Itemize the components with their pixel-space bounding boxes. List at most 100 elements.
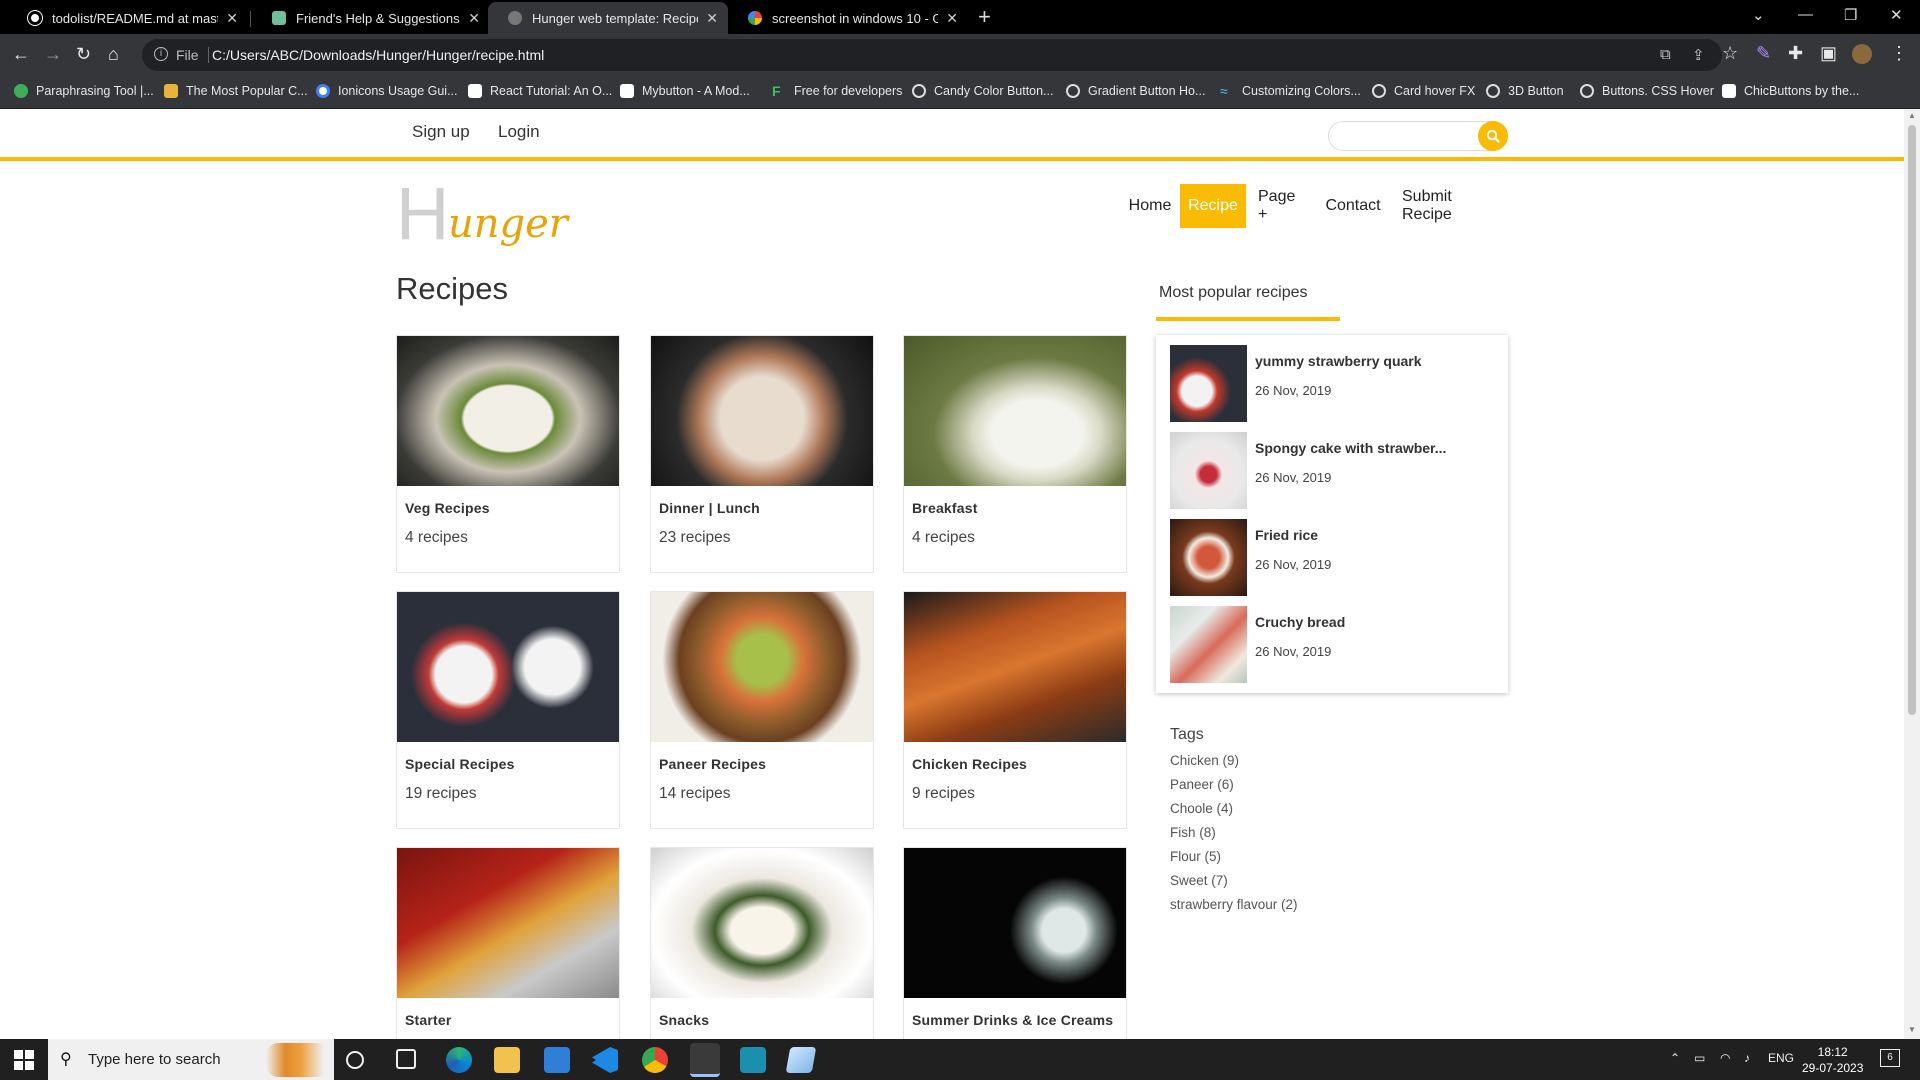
notifications-icon[interactable]: 6: [1880, 1049, 1900, 1067]
tab-search-chevron-icon[interactable]: ⌄: [1752, 6, 1765, 24]
tab-google-search[interactable]: screenshot in windows 10 - Goog ✕: [728, 2, 968, 34]
recipe-thumbnail: [1170, 345, 1247, 422]
popular-recipe-item[interactable]: yummy strawberry quark 26 Nov, 2019: [1170, 345, 1500, 423]
minimize-icon[interactable]: —: [1798, 6, 1813, 23]
windows-start-icon[interactable]: [14, 1050, 34, 1070]
bookmark-item[interactable]: Candy Color Button...: [912, 84, 1054, 98]
nav-home[interactable]: Home: [1120, 184, 1180, 228]
chatgpt-icon: [272, 11, 286, 25]
popular-recipe-item[interactable]: Fried rice 26 Nov, 2019: [1170, 519, 1500, 597]
bookmark-item[interactable]: Card hover FX: [1372, 84, 1475, 98]
tag-link[interactable]: Sweet (7): [1170, 873, 1228, 888]
page-scrollbar[interactable]: ▲ ▼: [1904, 109, 1920, 1039]
file-explorer-icon[interactable]: [494, 1047, 520, 1073]
tag-link[interactable]: Choole (4): [1170, 801, 1233, 816]
bookmark-item[interactable]: Buttons. CSS Hover: [1580, 84, 1714, 98]
bookmark-item[interactable]: 3D Button: [1486, 84, 1564, 98]
close-tab-icon[interactable]: ✕: [468, 10, 480, 27]
profile-avatar[interactable]: [1852, 44, 1872, 64]
bookmark-item[interactable]: Paraphrasing Tool |...: [14, 84, 154, 98]
bookmark-item[interactable]: The Most Popular C...: [164, 84, 308, 98]
category-card-veg[interactable]: Veg Recipes 4 recipes: [396, 335, 620, 573]
popular-recipe-title[interactable]: yummy strawberry quark: [1255, 353, 1422, 369]
extensions-puzzle-icon[interactable]: ✚: [1788, 43, 1803, 63]
bookmark-item[interactable]: Mybutton - A Mod...: [620, 84, 750, 98]
category-card-special[interactable]: Special Recipes 19 recipes: [396, 591, 620, 829]
tag-link[interactable]: Fish (8): [1170, 825, 1216, 840]
extension-pen-icon[interactable]: ✎: [1756, 43, 1771, 63]
side-panel-icon[interactable]: ▣: [1820, 43, 1837, 63]
category-card-snacks[interactable]: Snacks: [650, 847, 874, 1039]
notepad-icon[interactable]: [785, 1047, 817, 1073]
tab-todolist[interactable]: todolist/README.md at master · ✕: [8, 2, 248, 34]
bookmark-item[interactable]: React Tutorial: An O...: [468, 84, 612, 98]
close-window-icon[interactable]: ✕: [1890, 6, 1903, 24]
tag-link[interactable]: Paneer (6): [1170, 777, 1234, 792]
mail-icon[interactable]: [544, 1047, 570, 1073]
category-card-dinner-lunch[interactable]: Dinner | Lunch 23 recipes: [650, 335, 874, 573]
wifi-icon[interactable]: ◠: [1720, 1051, 1730, 1065]
task-view-icon[interactable]: [396, 1049, 416, 1069]
popular-recipe-title[interactable]: Cruchy bread: [1255, 614, 1345, 630]
bookmark-item[interactable]: Gradient Button Ho...: [1066, 84, 1205, 98]
home-icon[interactable]: ⌂: [108, 44, 119, 64]
bookmark-item[interactable]: F Free for developers: [772, 84, 902, 98]
translate-icon[interactable]: ⧉: [1660, 46, 1671, 63]
taskbar-search-box[interactable]: ⚲ Type here to search: [48, 1039, 334, 1080]
popular-recipe-item[interactable]: Cruchy bread 26 Nov, 2019: [1170, 606, 1500, 684]
share-icon[interactable]: ⇪: [1692, 46, 1705, 64]
address-bar[interactable]: i File C:/Users/ABC/Downloads/Hunger/Hun…: [142, 39, 1722, 71]
tray-chevron-up-icon[interactable]: ⌃: [1670, 1051, 1680, 1065]
url-text[interactable]: C:/Users/ABC/Downloads/Hunger/Hunger/rec…: [212, 47, 544, 63]
nav-submit-recipe[interactable]: Submit Recipe: [1392, 184, 1508, 228]
back-icon[interactable]: ←: [12, 44, 30, 64]
taskbar-clock[interactable]: 18:12 29-07-2023: [1802, 1044, 1863, 1076]
login-link[interactable]: Login: [498, 122, 540, 142]
vscode-icon[interactable]: [592, 1047, 618, 1073]
forward-icon[interactable]: →: [44, 44, 62, 64]
menu-kebab-icon[interactable]: ⋮: [1890, 43, 1908, 63]
category-card-chicken[interactable]: Chicken Recipes 9 recipes: [903, 591, 1127, 829]
scroll-up-arrow-icon[interactable]: ▲: [1908, 111, 1916, 120]
cortana-icon[interactable]: [346, 1051, 364, 1069]
tab-hunger-recipe[interactable]: Hunger web template: Recipe ✕: [488, 2, 728, 34]
app-icon[interactable]: [740, 1047, 766, 1073]
bookmark-item[interactable]: ≈ Customizing Colors...: [1220, 84, 1361, 98]
close-tab-icon[interactable]: ✕: [706, 10, 718, 27]
taskbar-search-placeholder: Type here to search: [88, 1051, 221, 1068]
tag-link[interactable]: strawberry flavour (2): [1170, 897, 1298, 912]
chrome-icon[interactable]: [642, 1047, 668, 1073]
bookmark-item[interactable]: ChicButtons by the...: [1722, 84, 1859, 98]
scrollbar-thumb[interactable]: [1908, 125, 1916, 715]
language-indicator[interactable]: ENG: [1768, 1051, 1794, 1065]
volume-icon[interactable]: ♪: [1744, 1051, 1750, 1065]
reload-icon[interactable]: ↻: [76, 44, 91, 64]
signup-link[interactable]: Sign up: [412, 122, 470, 142]
category-card-summer-drinks[interactable]: Summer Drinks & Ice Creams: [903, 847, 1127, 1039]
bookmark-star-icon[interactable]: ☆: [1722, 43, 1738, 63]
tag-link[interactable]: Flour (5): [1170, 849, 1221, 864]
restore-icon[interactable]: ❐: [1844, 6, 1857, 24]
category-card-breakfast[interactable]: Breakfast 4 recipes: [903, 335, 1127, 573]
nav-recipe[interactable]: Recipe: [1180, 184, 1246, 228]
tab-friends-help[interactable]: Friend's Help & Suggestions ✕: [252, 2, 490, 34]
tag-link[interactable]: Chicken (9): [1170, 753, 1239, 768]
battery-icon[interactable]: ▭: [1694, 1051, 1705, 1065]
chrome-active-icon[interactable]: [690, 1043, 720, 1077]
scroll-down-arrow-icon[interactable]: ▼: [1908, 1025, 1916, 1034]
close-tab-icon[interactable]: ✕: [226, 10, 238, 27]
popular-recipe-item[interactable]: Spongy cake with strawber... 26 Nov, 201…: [1170, 432, 1500, 510]
bookmark-item[interactable]: Ionicons Usage Gui...: [316, 84, 458, 98]
popular-recipe-title[interactable]: Spongy cake with strawber...: [1255, 440, 1446, 456]
search-button[interactable]: [1478, 121, 1508, 151]
url-scheme: File: [176, 47, 199, 63]
popular-recipe-title[interactable]: Fried rice: [1255, 527, 1318, 543]
info-icon[interactable]: i: [154, 47, 168, 61]
edge-icon[interactable]: [446, 1047, 472, 1073]
nav-contact[interactable]: Contact: [1318, 184, 1388, 228]
category-card-paneer[interactable]: Paneer Recipes 14 recipes: [650, 591, 874, 829]
nav-page[interactable]: Page +: [1248, 184, 1312, 228]
close-tab-icon[interactable]: ✕: [946, 10, 958, 27]
new-tab-icon[interactable]: +: [978, 6, 991, 28]
category-card-starter[interactable]: Starter: [396, 847, 620, 1039]
